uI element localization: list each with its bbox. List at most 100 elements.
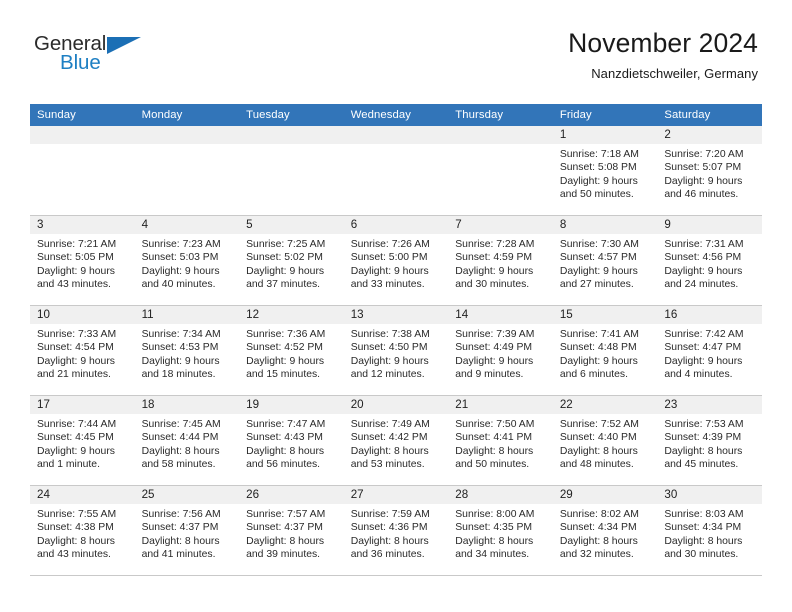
- sunrise-time: Sunrise: 7:33 AM: [37, 329, 117, 340]
- calendar-day-cell-empty: [239, 126, 344, 216]
- daylight-duration-line2: and 58 minutes.: [141, 459, 216, 471]
- calendar-day-cell[interactable]: 10 Sunrise: 7:33 AM Sunset: 4:54 PM Dayligh…: [30, 305, 135, 396]
- calendar-day-cell[interactable]: 3 Sunrise: 7:21 AM Sunset: 5:05 PM Daylight…: [30, 215, 135, 306]
- daylight-duration-line1: Daylight: 9 hours: [246, 355, 325, 367]
- calendar-day-cell[interactable]: 19 Sunrise: 7:47 AM Sunset: 4:43 PM Dayligh…: [239, 395, 344, 486]
- calendar-day-cell[interactable]: 2 Sunrise: 7:20 AM Sunset: 5:07 PM Daylight…: [657, 126, 762, 216]
- daylight-duration-line2: and 36 minutes.: [350, 549, 425, 561]
- daylight-duration-line2: and 30 minutes.: [664, 549, 739, 561]
- day-cell-inner: 13 Sunrise: 7:38 AM Sunset: 4:50 PM Dayligh…: [343, 306, 449, 395]
- calendar-day-cell[interactable]: 27 Sunrise: 7:59 AM Sunset: 4:36 PM Dayligh…: [343, 485, 449, 576]
- calendar-day-cell[interactable]: 7 Sunrise: 7:28 AM Sunset: 4:59 PM Daylight…: [448, 215, 553, 306]
- calendar-day-cell[interactable]: 14 Sunrise: 7:39 AM Sunset: 4:49 PM Dayligh…: [448, 305, 553, 396]
- sunset-time: Sunset: 4:40 PM: [559, 432, 637, 444]
- sunset-time: Sunset: 4:44 PM: [141, 432, 219, 444]
- day-cell-inner: [343, 126, 449, 215]
- sunrise-time: Sunrise: 7:57 AM: [246, 509, 326, 520]
- sunset-time: Sunset: 4:37 PM: [141, 522, 219, 534]
- daylight-duration-line2: and 24 minutes.: [664, 279, 739, 291]
- daylight-duration-line2: and 32 minutes.: [559, 549, 634, 561]
- sunset-time: Sunset: 4:50 PM: [350, 342, 428, 354]
- calendar-week-row: 1 Sunrise: 7:18 AM Sunset: 5:08 PM Daylight…: [30, 126, 762, 216]
- day-number: [448, 126, 553, 144]
- daylight-duration-line1: Daylight: 9 hours: [141, 355, 220, 367]
- calendar-day-cell[interactable]: 30 Sunrise: 8:03 AM Sunset: 4:34 PM Dayligh…: [657, 485, 762, 576]
- day-number: 14: [448, 306, 553, 324]
- calendar-day-cell[interactable]: 20 Sunrise: 7:49 AM Sunset: 4:42 PM Dayligh…: [343, 395, 449, 486]
- sunset-time: Sunset: 5:07 PM: [664, 162, 742, 174]
- day-cell-inner: 25 Sunrise: 7:56 AM Sunset: 4:37 PM Dayligh…: [134, 486, 240, 575]
- calendar-day-cell[interactable]: 11 Sunrise: 7:34 AM Sunset: 4:53 PM Dayligh…: [134, 305, 240, 396]
- day-sun-details: Sunrise: 7:50 AM Sunset: 4:41 PM Daylight:…: [448, 414, 553, 472]
- day-number: 8: [552, 216, 658, 234]
- day-sun-details: Sunrise: 7:25 AM Sunset: 5:02 PM Daylight:…: [239, 234, 344, 292]
- sunrise-time: Sunrise: 7:53 AM: [664, 419, 744, 430]
- calendar-day-cell[interactable]: 8 Sunrise: 7:30 AM Sunset: 4:57 PM Daylight…: [552, 215, 658, 306]
- logo-triangle-icon: [107, 37, 141, 54]
- calendar-day-cell[interactable]: 21 Sunrise: 7:50 AM Sunset: 4:41 PM Dayligh…: [448, 395, 553, 486]
- calendar-day-cell[interactable]: 15 Sunrise: 7:41 AM Sunset: 4:48 PM Dayligh…: [552, 305, 658, 396]
- calendar-week-row: 10 Sunrise: 7:33 AM Sunset: 4:54 PM Dayligh…: [30, 305, 762, 396]
- daylight-duration-line2: and 21 minutes.: [37, 369, 111, 381]
- daylight-duration-line2: and 40 minutes.: [141, 279, 216, 291]
- sunrise-time: Sunrise: 7:59 AM: [350, 509, 430, 520]
- calendar-day-cell[interactable]: 16 Sunrise: 7:42 AM Sunset: 4:47 PM Dayligh…: [657, 305, 762, 396]
- day-cell-inner: 30 Sunrise: 8:03 AM Sunset: 4:34 PM Dayligh…: [657, 486, 762, 575]
- day-cell-inner: 10 Sunrise: 7:33 AM Sunset: 4:54 PM Dayligh…: [30, 306, 135, 395]
- sunrise-time: Sunrise: 7:34 AM: [141, 329, 221, 340]
- day-number: 20: [343, 396, 449, 414]
- sunset-time: Sunset: 4:54 PM: [37, 342, 114, 354]
- day-sun-details: Sunrise: 7:23 AM Sunset: 5:03 PM Daylight:…: [135, 234, 240, 292]
- daylight-duration-line1: Daylight: 8 hours: [141, 445, 220, 457]
- calendar-day-cell[interactable]: 17 Sunrise: 7:44 AM Sunset: 4:45 PM Dayligh…: [30, 395, 135, 486]
- weekday-header-saturday: Saturday: [657, 104, 762, 126]
- month-calendar-table: Sunday Monday Tuesday Wednesday Thursday…: [30, 104, 762, 576]
- calendar-body: 1 Sunrise: 7:18 AM Sunset: 5:08 PM Daylight…: [30, 126, 762, 576]
- day-number: 27: [343, 486, 449, 504]
- calendar-day-cell[interactable]: 24 Sunrise: 7:55 AM Sunset: 4:38 PM Dayligh…: [30, 485, 135, 576]
- daylight-duration-line2: and 9 minutes.: [455, 369, 524, 381]
- calendar-day-cell[interactable]: 26 Sunrise: 7:57 AM Sunset: 4:37 PM Dayligh…: [239, 485, 344, 576]
- daylight-duration-line2: and 43 minutes.: [37, 279, 111, 291]
- calendar-day-cell[interactable]: 28 Sunrise: 8:00 AM Sunset: 4:35 PM Dayligh…: [448, 485, 553, 576]
- daylight-duration-line1: Daylight: 9 hours: [37, 445, 115, 457]
- day-cell-inner: 14 Sunrise: 7:39 AM Sunset: 4:49 PM Dayligh…: [448, 306, 553, 395]
- day-cell-inner: 19 Sunrise: 7:47 AM Sunset: 4:43 PM Dayligh…: [239, 396, 344, 485]
- calendar-day-cell[interactable]: 25 Sunrise: 7:56 AM Sunset: 4:37 PM Dayligh…: [134, 485, 240, 576]
- sunset-time: Sunset: 4:41 PM: [455, 432, 533, 444]
- daylight-duration-line2: and 45 minutes.: [664, 459, 739, 471]
- calendar-day-cell[interactable]: 5 Sunrise: 7:25 AM Sunset: 5:02 PM Daylight…: [239, 215, 344, 306]
- day-sun-details: Sunrise: 7:39 AM Sunset: 4:49 PM Daylight:…: [448, 324, 553, 382]
- day-cell-inner: 15 Sunrise: 7:41 AM Sunset: 4:48 PM Dayligh…: [552, 306, 658, 395]
- day-number: 16: [657, 306, 762, 324]
- calendar-day-cell[interactable]: 13 Sunrise: 7:38 AM Sunset: 4:50 PM Dayligh…: [343, 305, 449, 396]
- general-blue-logo[interactable]: General Blue: [34, 33, 152, 84]
- calendar-day-cell[interactable]: 1 Sunrise: 7:18 AM Sunset: 5:08 PM Daylight…: [552, 126, 658, 216]
- calendar-day-cell[interactable]: 29 Sunrise: 8:02 AM Sunset: 4:34 PM Dayligh…: [552, 485, 658, 576]
- day-cell-inner: 3 Sunrise: 7:21 AM Sunset: 5:05 PM Daylight…: [30, 216, 135, 305]
- calendar-day-cell[interactable]: 4 Sunrise: 7:23 AM Sunset: 5:03 PM Daylight…: [134, 215, 240, 306]
- sunset-time: Sunset: 4:43 PM: [246, 432, 323, 444]
- sunrise-time: Sunrise: 7:20 AM: [664, 149, 744, 160]
- calendar-day-cell[interactable]: 9 Sunrise: 7:31 AM Sunset: 4:56 PM Daylight…: [657, 215, 762, 306]
- sunset-time: Sunset: 4:36 PM: [350, 522, 428, 534]
- day-number: [343, 126, 449, 144]
- sunrise-time: Sunrise: 7:23 AM: [141, 239, 221, 250]
- day-cell-inner: 21 Sunrise: 7:50 AM Sunset: 4:41 PM Dayligh…: [448, 396, 553, 485]
- sunrise-time: Sunrise: 7:21 AM: [37, 239, 117, 250]
- day-number: [134, 126, 240, 144]
- day-sun-details: Sunrise: 8:00 AM Sunset: 4:35 PM Daylight:…: [448, 504, 553, 562]
- day-number: 4: [134, 216, 240, 234]
- calendar-day-cell[interactable]: 22 Sunrise: 7:52 AM Sunset: 4:40 PM Dayligh…: [552, 395, 658, 486]
- calendar-day-cell[interactable]: 6 Sunrise: 7:26 AM Sunset: 5:00 PM Daylight…: [343, 215, 449, 306]
- sunrise-time: Sunrise: 7:28 AM: [455, 239, 535, 250]
- calendar-day-cell[interactable]: 12 Sunrise: 7:36 AM Sunset: 4:52 PM Dayligh…: [239, 305, 344, 396]
- calendar-day-cell[interactable]: 18 Sunrise: 7:45 AM Sunset: 4:44 PM Dayligh…: [134, 395, 240, 486]
- daylight-duration-line1: Daylight: 9 hours: [559, 175, 638, 187]
- day-number: 6: [343, 216, 449, 234]
- daylight-duration-line2: and 18 minutes.: [141, 369, 216, 381]
- day-number: 2: [657, 126, 762, 144]
- calendar-day-cell[interactable]: 23 Sunrise: 7:53 AM Sunset: 4:39 PM Dayligh…: [657, 395, 762, 486]
- sunrise-time: Sunrise: 7:49 AM: [350, 419, 430, 430]
- sunset-time: Sunset: 5:02 PM: [246, 252, 323, 264]
